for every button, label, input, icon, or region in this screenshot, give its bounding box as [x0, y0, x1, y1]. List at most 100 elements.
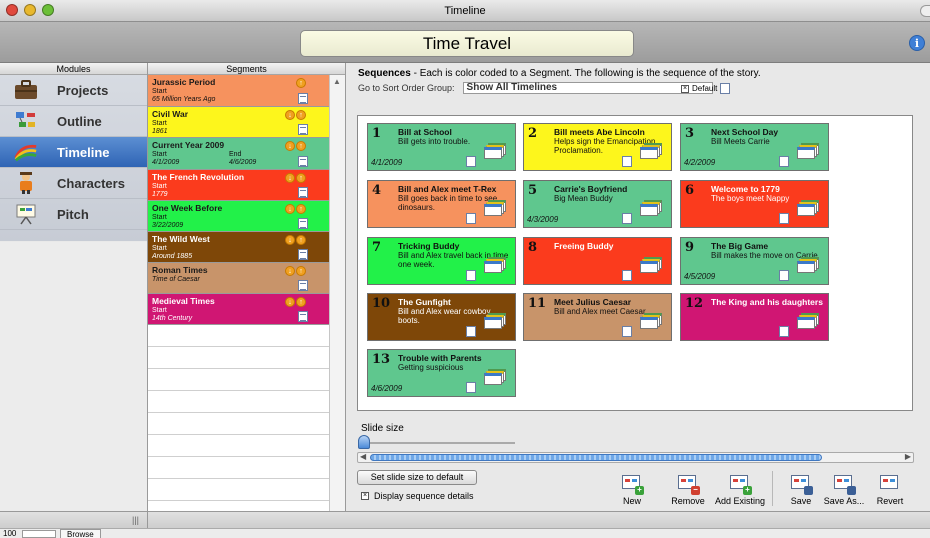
sequence-note-icon[interactable]	[779, 270, 789, 281]
sequence-note-icon[interactable]	[466, 156, 476, 167]
display-details-checkbox[interactable]: ×	[361, 492, 369, 500]
slides-stack-icon[interactable]	[640, 143, 662, 160]
segment-note-icon[interactable]	[298, 187, 308, 198]
set-slide-size-default-button[interactable]: Set slide size to default	[357, 470, 477, 485]
sequence-note-icon[interactable]	[622, 213, 632, 224]
slides-stack-icon[interactable]	[640, 257, 662, 274]
slides-stack-icon[interactable]	[797, 143, 819, 160]
sequence-card[interactable]: 13 Trouble with Parents Getting suspicious…	[367, 349, 516, 397]
sequence-note-icon[interactable]	[466, 326, 476, 337]
segment-note-icon[interactable]	[298, 156, 308, 167]
module-outline[interactable]: Outline	[0, 106, 147, 137]
slides-stack-icon[interactable]	[797, 257, 819, 274]
segment-note-icon[interactable]	[298, 124, 308, 135]
scroll-right-arrow-icon[interactable]: ▶	[905, 452, 911, 461]
sequence-note-icon[interactable]	[622, 156, 632, 167]
sequence-card[interactable]: 12 The King and his daughters	[680, 293, 829, 341]
sequence-card[interactable]: 4 Bill and Alex meet T-Rex Bill goes back …	[367, 180, 516, 228]
move-up-arrow-icon[interactable]: ↑	[296, 235, 306, 245]
sequence-card[interactable]: 8 Freeing Buddy	[523, 237, 672, 285]
sequence-card[interactable]: 10 The Gunfight Bill and Alex wear cowboy …	[367, 293, 516, 341]
note-icon[interactable]	[720, 83, 731, 94]
sequence-card[interactable]: 3 Next School Day Bill Meets Carrie 4/2/200…	[680, 123, 829, 171]
move-up-arrow-icon[interactable]: ↑	[296, 141, 306, 151]
move-up-arrow-icon[interactable]: ↑	[296, 173, 306, 183]
slides-stack-icon[interactable]	[484, 313, 506, 330]
slides-stack-icon[interactable]	[640, 313, 662, 330]
segment-note-icon[interactable]	[298, 93, 308, 104]
slide-size-track[interactable]	[360, 442, 515, 444]
segment-item[interactable]: Civil War Start 1861 ↓ ↑	[148, 107, 330, 138]
sequence-note-icon[interactable]	[466, 270, 476, 281]
module-timeline[interactable]: Timeline	[0, 137, 147, 168]
splitter-handle-icon[interactable]: |||	[132, 515, 139, 525]
segment-item[interactable]: Jurassic Period Start 65 Million Years Ago…	[148, 75, 330, 107]
sequence-card[interactable]: 9 The Big Game Bill makes the move on Carr…	[680, 237, 829, 285]
sequence-note-icon[interactable]	[622, 270, 632, 281]
module-projects[interactable]: Projects	[0, 75, 147, 106]
move-up-arrow-icon[interactable]: ↑	[296, 78, 306, 88]
segment-item[interactable]: Current Year 2009 Start 4/1/2009 End 4/6/200…	[148, 138, 330, 170]
move-down-arrow-icon[interactable]: ↓	[285, 297, 295, 307]
slides-stack-icon[interactable]	[484, 369, 506, 386]
move-down-arrow-icon[interactable]: ↓	[285, 204, 295, 214]
sequence-card[interactable]: 7 Tricking Buddy Bill and Alex travel back…	[367, 237, 516, 285]
module-characters[interactable]: Characters	[0, 168, 147, 199]
sequence-card[interactable]: 6 Welcome to 1779 The boys meet Nappy	[680, 180, 829, 228]
move-up-arrow-icon[interactable]: ↑	[296, 266, 306, 276]
zoom-window-button[interactable]	[42, 4, 54, 16]
browse-mode-button[interactable]: Browse	[60, 529, 101, 538]
move-down-arrow-icon[interactable]: ↓	[285, 173, 295, 183]
info-icon[interactable]: i	[909, 35, 925, 51]
segment-note-icon[interactable]	[298, 249, 308, 260]
add-existing-button[interactable]: + Add Existing	[713, 475, 767, 506]
move-down-arrow-icon[interactable]: ↓	[285, 141, 295, 151]
slides-stack-icon[interactable]	[484, 200, 506, 217]
segment-item[interactable]: Roman Times Time of Caesar ↓ ↑	[148, 263, 330, 294]
display-details-row[interactable]: × Display sequence details	[361, 491, 474, 501]
scroll-left-arrow-icon[interactable]: ◀	[360, 452, 366, 461]
zoom-control[interactable]	[22, 530, 56, 538]
segment-note-icon[interactable]	[298, 311, 308, 322]
segment-item[interactable]: Medieval Times Start 14th Century ↓ ↑	[148, 294, 330, 325]
slides-stack-icon[interactable]	[797, 200, 819, 217]
move-up-arrow-icon[interactable]: ↑	[296, 204, 306, 214]
toolbar-toggle-button[interactable]	[920, 5, 930, 17]
scrollbar-thumb[interactable]	[370, 454, 822, 461]
segment-note-icon[interactable]	[298, 218, 308, 229]
sequence-card[interactable]: 1 Bill at School Bill gets into trouble. 4/…	[367, 123, 516, 171]
remove-button[interactable]: − Remove	[661, 475, 715, 506]
move-down-arrow-icon[interactable]: ↓	[285, 266, 295, 276]
minimize-window-button[interactable]	[24, 4, 36, 16]
slides-stack-icon[interactable]	[640, 200, 662, 217]
close-window-button[interactable]	[6, 4, 18, 16]
sequence-card[interactable]: 2 Bill meets Abe Lincoln Helps sign the Em…	[523, 123, 672, 171]
sequence-note-icon[interactable]	[622, 326, 632, 337]
sort-order-select[interactable]: Show All Timelines	[462, 82, 713, 94]
sequence-card[interactable]: 5 Carrie's Boyfriend Big Mean Buddy 4/3/200…	[523, 180, 672, 228]
board-horizontal-scrollbar[interactable]: ◀ ▶	[357, 452, 914, 463]
scroll-up-arrow-icon[interactable]: ▲	[333, 77, 341, 86]
move-down-arrow-icon[interactable]: ↓	[285, 235, 295, 245]
sequence-note-icon[interactable]	[466, 382, 476, 393]
sequence-note-icon[interactable]	[779, 213, 789, 224]
slide-size-slider-handle[interactable]	[358, 435, 370, 449]
slides-stack-icon[interactable]	[484, 257, 506, 274]
new-button[interactable]: + New	[605, 475, 659, 506]
move-up-arrow-icon[interactable]: ↑	[296, 110, 306, 120]
slides-stack-icon[interactable]	[484, 143, 506, 160]
segment-item[interactable]: The French Revolution Start 1779 ↓ ↑	[148, 170, 330, 201]
sequence-note-icon[interactable]	[779, 156, 789, 167]
segments-scrollbar[interactable]: ▲	[329, 75, 345, 511]
slides-stack-icon[interactable]	[797, 313, 819, 330]
move-down-arrow-icon[interactable]: ↓	[285, 110, 295, 120]
default-checkbox[interactable]: ×	[681, 84, 689, 93]
sequence-note-icon[interactable]	[466, 213, 476, 224]
sequence-card[interactable]: 11 Meet Julius Caesar Bill and Alex meet C…	[523, 293, 672, 341]
default-checkbox-row[interactable]: × Default	[681, 83, 731, 94]
module-pitch[interactable]: Pitch	[0, 199, 147, 230]
segment-item[interactable]: One Week Before Start 3/22/2009 ↓ ↑	[148, 201, 330, 232]
revert-button[interactable]: Revert	[863, 475, 917, 506]
segment-note-icon[interactable]	[298, 280, 308, 291]
move-up-arrow-icon[interactable]: ↑	[296, 297, 306, 307]
